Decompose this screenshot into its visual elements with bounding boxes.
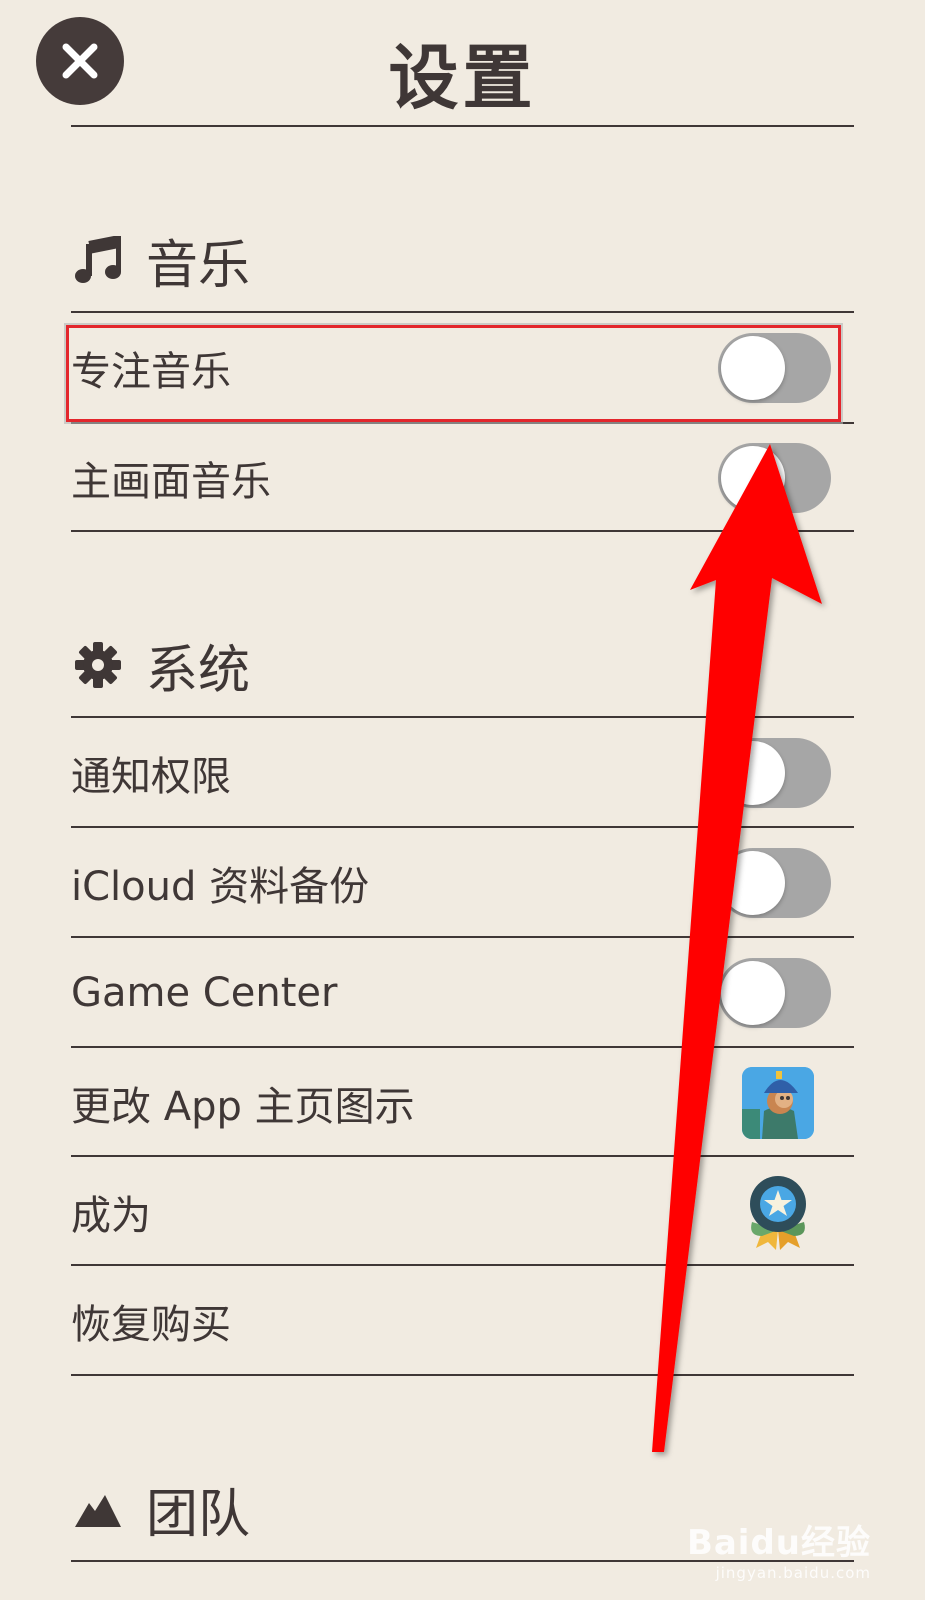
row-game-center[interactable]: Game Center	[71, 938, 854, 1048]
row-label: 主画面音乐	[71, 459, 271, 505]
section-title-team: 团队	[146, 1484, 251, 1545]
row-become[interactable]: 成为	[71, 1157, 854, 1267]
app-icon-thumbnail[interactable]	[742, 1067, 814, 1139]
section-title-music: 音乐	[146, 235, 251, 296]
notification-toggle[interactable]	[718, 738, 831, 808]
row-label: 成为	[71, 1193, 151, 1239]
divider	[71, 1374, 854, 1376]
section-title-system: 系统	[146, 640, 251, 701]
toggle-knob	[721, 741, 785, 805]
section-system: 系统	[74, 630, 251, 701]
page-title: 设置	[388, 37, 537, 119]
settings-screen: 设置 音乐 专注音乐 主画面音乐 系统 通知权限 iCloud 资料备份 Gam…	[0, 0, 925, 1600]
toggle-knob	[721, 961, 785, 1025]
icloud-backup-toggle[interactable]	[718, 848, 831, 918]
toggle-knob	[721, 446, 785, 510]
section-team: 团队	[74, 1474, 251, 1545]
row-main-screen-music[interactable]: 主画面音乐	[71, 423, 854, 533]
header-divider	[71, 125, 854, 127]
music-note-icon	[74, 236, 122, 284]
medal-icon	[746, 1172, 810, 1252]
row-icloud-backup[interactable]: iCloud 资料备份	[71, 828, 854, 938]
baidu-watermark: Baidu经验 jingyan.baidu.com	[687, 1515, 871, 1582]
highlight-box	[66, 325, 841, 422]
row-label: 恢复购买	[71, 1302, 231, 1348]
row-restore-purchase[interactable]: 恢复购买	[71, 1266, 854, 1376]
watermark-url: jingyan.baidu.com	[715, 1564, 871, 1582]
row-notification-permission[interactable]: 通知权限	[71, 718, 854, 828]
mountain-icon	[74, 1485, 122, 1533]
toggle-knob	[721, 851, 785, 915]
main-screen-music-toggle[interactable]	[718, 443, 831, 513]
row-label: Game Center	[71, 970, 338, 1016]
row-label: 更改 App 主页图示	[71, 1084, 415, 1130]
row-label: iCloud 资料备份	[71, 864, 370, 910]
row-change-app-icon[interactable]: 更改 App 主页图示	[71, 1048, 854, 1158]
row-label: 通知权限	[71, 754, 231, 800]
game-center-toggle[interactable]	[718, 958, 831, 1028]
section-music: 音乐	[74, 225, 251, 296]
watermark-brand: Baidu经验	[686, 1523, 871, 1563]
divider	[71, 530, 854, 532]
gear-icon	[74, 641, 122, 689]
